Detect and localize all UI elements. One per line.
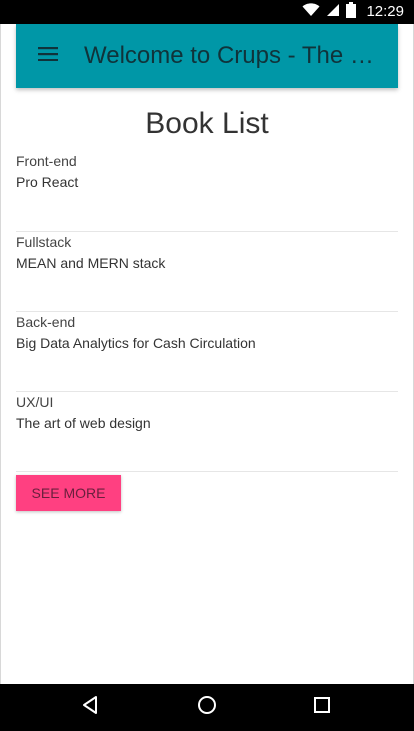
book-list-item[interactable]: Fullstack MEAN and MERN stack <box>16 232 398 312</box>
book-list-item[interactable]: Front-end Pro React <box>16 152 398 232</box>
book-list-item[interactable]: UX/UI The art of web design <box>16 392 398 472</box>
menu-icon <box>38 46 58 66</box>
status-time: 12:29 <box>366 3 404 20</box>
app-bar: Welcome to Crups - The Cash Circulation <box>16 24 398 88</box>
menu-button[interactable] <box>36 44 60 68</box>
book-title: Big Data Analytics for Cash Circulation <box>16 335 256 351</box>
book-category: Front-end <box>16 153 77 169</box>
book-category: Back-end <box>16 314 76 330</box>
back-icon <box>81 695 101 720</box>
book-list: Front-end Pro React Fullstack MEAN and M… <box>16 152 398 472</box>
see-more-button[interactable]: SEE MORE <box>16 475 121 511</box>
book-title: Pro React <box>16 174 79 190</box>
book-list-item[interactable]: Back-end Big Data Analytics for Cash Cir… <box>16 312 398 392</box>
page-title: Book List <box>145 107 269 140</box>
navigation-bar <box>0 684 414 731</box>
signal-icon <box>326 3 340 22</box>
app-title: Welcome to Crups - The Cash Circulation <box>84 42 379 69</box>
home-icon <box>197 695 217 720</box>
home-button[interactable] <box>177 684 237 731</box>
status-icons: 12:29 <box>302 0 404 24</box>
recents-icon <box>313 696 331 719</box>
back-button[interactable] <box>61 684 121 731</box>
book-title: The art of web design <box>16 415 151 431</box>
recents-button[interactable] <box>292 684 352 731</box>
book-title: MEAN and MERN stack <box>16 255 166 271</box>
status-bar: 12:29 <box>0 0 414 24</box>
book-category: Fullstack <box>16 234 72 250</box>
wifi-icon <box>302 2 320 22</box>
book-category: UX/UI <box>16 394 54 410</box>
battery-icon <box>346 1 357 23</box>
